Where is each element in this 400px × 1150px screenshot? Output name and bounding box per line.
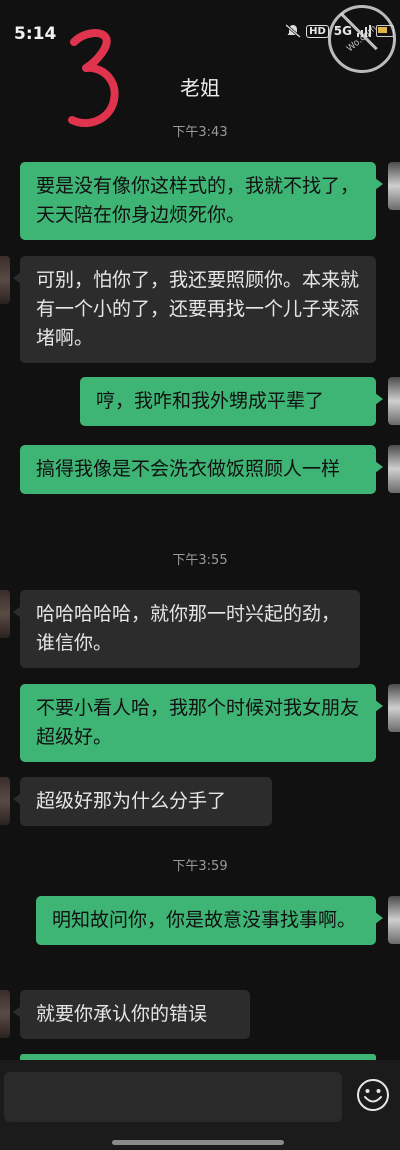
message-bubble-received[interactable]: 哈哈哈哈哈，就你那一时兴起的劲，谁信你。 — [13, 590, 360, 668]
chat-input-bar — [0, 1060, 400, 1150]
time-separator: 下午3:55 — [172, 553, 228, 568]
sister-avatar[interactable] — [0, 256, 10, 304]
message-bubble-received[interactable]: 可别，怕你了，我还要照顾你。本来就有一个小的了，还要再找一个儿子来添堵啊。 — [13, 256, 376, 363]
sister-avatar[interactable] — [0, 590, 10, 638]
message-bubble-sent[interactable]: 哼，我咋和我外甥成平辈了 — [80, 377, 383, 426]
status-time: 5:14 — [14, 24, 57, 44]
time-separator: 下午3:43 — [172, 125, 228, 140]
message-bubble-received[interactable]: 超级好那为什么分手了 — [13, 777, 272, 826]
message-bubble-sent[interactable]: 明知故问你，你是故意没事找事啊。 — [36, 896, 383, 945]
message-bubble-sent[interactable]: 搞得我像是不会洗衣做饭照顾人一样 — [20, 445, 383, 494]
sister-avatar[interactable] — [0, 777, 10, 825]
my-avatar[interactable] — [388, 896, 400, 944]
message-bubble-received[interactable]: 就要你承认你的错误 — [13, 990, 250, 1039]
smiley-icon[interactable] — [356, 1078, 390, 1112]
chat-title[interactable]: 老姐 — [0, 72, 400, 101]
message-bubble-sent[interactable]: 不要小看人哈，我那个时候对我女朋友超级好。 — [20, 684, 383, 762]
my-avatar[interactable] — [388, 162, 400, 210]
my-avatar[interactable] — [388, 684, 400, 732]
home-indicator[interactable] — [112, 1140, 284, 1145]
hd-badge: HD — [306, 24, 329, 38]
sister-avatar[interactable] — [0, 990, 10, 1038]
my-avatar[interactable] — [388, 445, 400, 493]
message-input[interactable] — [4, 1072, 342, 1122]
my-avatar[interactable] — [388, 377, 400, 425]
bell-off-icon — [285, 24, 301, 38]
time-separator: 下午3:59 — [172, 859, 228, 874]
message-bubble-sent[interactable]: 要是没有像你这样式的，我就不找了，天天陪在你身边烦死你。 — [20, 162, 383, 240]
watermark-text: Wo.com — [345, 23, 379, 55]
